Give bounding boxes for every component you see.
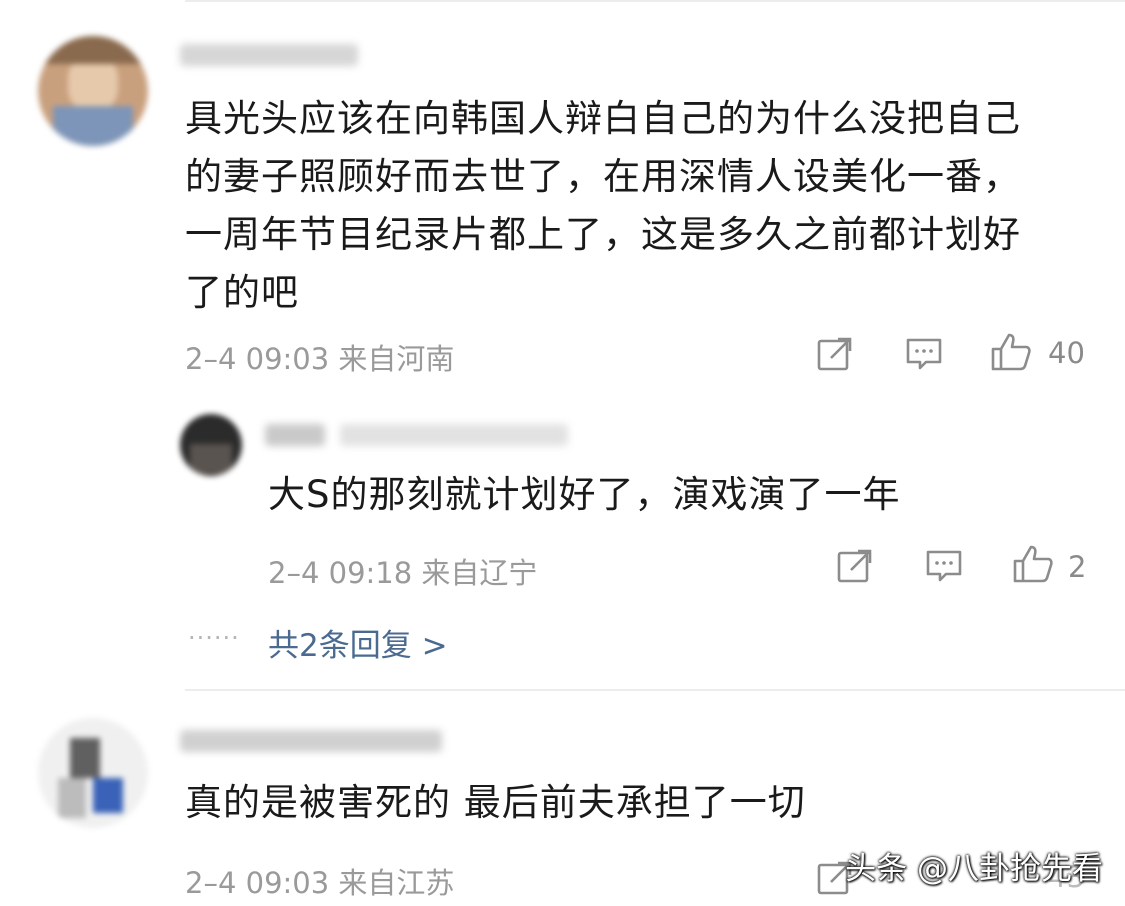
like-count: 2 [1068,550,1087,584]
top-divider [185,0,1125,2]
comment-icon[interactable] [925,548,963,584]
reply-username-tag[interactable] [340,424,568,446]
share-icon[interactable] [816,336,854,372]
watermark: 头条 @八卦抢先看 [845,851,1103,887]
thumbs-up-icon[interactable] [990,332,1032,372]
avatar[interactable] [38,718,148,828]
reply-avatar[interactable] [180,414,242,476]
comment-meta: 2–4 09:03 来自江苏 [185,866,455,900]
username[interactable] [180,730,442,752]
share-icon[interactable] [836,548,874,584]
more-replies-link[interactable]: 共2条回复 > [268,620,448,665]
reply-text: 大S的那刻就计划好了，演戏演了一年 [268,473,901,516]
username[interactable] [180,44,358,66]
avatar[interactable] [38,36,148,146]
reply-meta: 2–4 09:18 来自辽宁 [268,556,538,590]
more-dots: ······ [188,624,240,652]
reply-username[interactable] [265,424,325,446]
comment-text: 具光头应该在向韩国人辩白自己的为什么没把自己 的妻子照顾好而去世了，在用深情人设… [185,97,1021,314]
thumbs-up-icon[interactable] [1012,544,1054,584]
comment-meta: 2–4 09:03 来自河南 [185,342,455,376]
comment-divider [185,689,1125,691]
comment-icon[interactable] [905,336,943,372]
comment-text: 真的是被害死的 最后前夫承担了一切 [185,781,806,824]
like-count: 40 [1048,336,1085,370]
